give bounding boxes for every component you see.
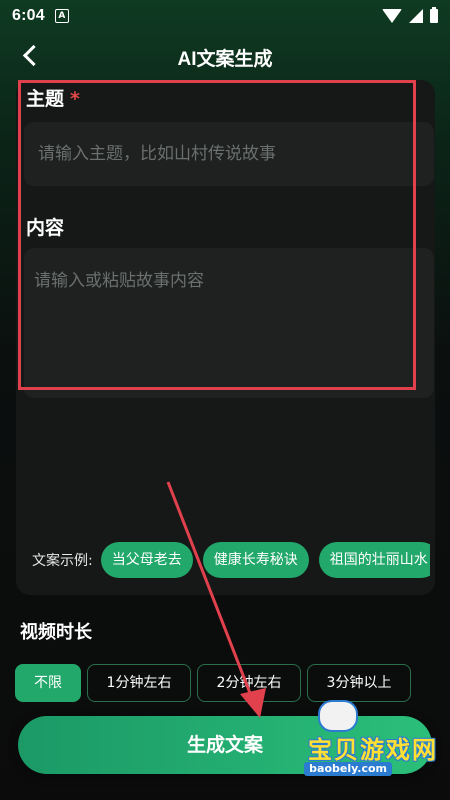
topic-input[interactable] xyxy=(24,122,434,186)
duration-option-1min[interactable]: 1分钟左右 xyxy=(87,664,191,702)
page-title: AI文案生成 xyxy=(177,49,273,70)
example-chip[interactable]: 健康长寿秘诀 xyxy=(202,542,309,578)
required-mark: * xyxy=(70,88,80,110)
wifi-icon xyxy=(382,9,402,23)
example-chip[interactable]: 祖国的壮丽山水 xyxy=(318,542,430,578)
app-notification-icon: A xyxy=(54,9,69,23)
status-bar: 6:04 A xyxy=(0,0,450,32)
examples-label: 文案示例: xyxy=(32,553,93,569)
examples-row: 文案示例: 当父母老去 健康长寿秘诀 祖国的壮丽山水 xyxy=(32,542,430,578)
content-textarea[interactable] xyxy=(24,248,434,398)
status-time: 6:04 xyxy=(12,7,45,24)
generate-button[interactable]: 生成文案 xyxy=(18,716,432,774)
signal-icon xyxy=(409,9,423,23)
battery-icon xyxy=(430,7,438,23)
duration-option-unlimited[interactable]: 不限 xyxy=(15,664,81,702)
duration-label: 视频时长 xyxy=(20,622,92,643)
topic-label-text: 主题 xyxy=(26,88,65,110)
example-chip[interactable]: 当父母老去 xyxy=(100,542,193,578)
topic-label: 主题 * xyxy=(26,84,80,111)
app-bar: AI文案生成 xyxy=(0,34,450,78)
duration-option-3min[interactable]: 3分钟以上 xyxy=(307,664,411,702)
duration-options: 不限 1分钟左右 2分钟左右 3分钟以上 xyxy=(15,664,411,702)
content-label: 内容 xyxy=(26,217,65,239)
duration-option-2min[interactable]: 2分钟左右 xyxy=(197,664,301,702)
